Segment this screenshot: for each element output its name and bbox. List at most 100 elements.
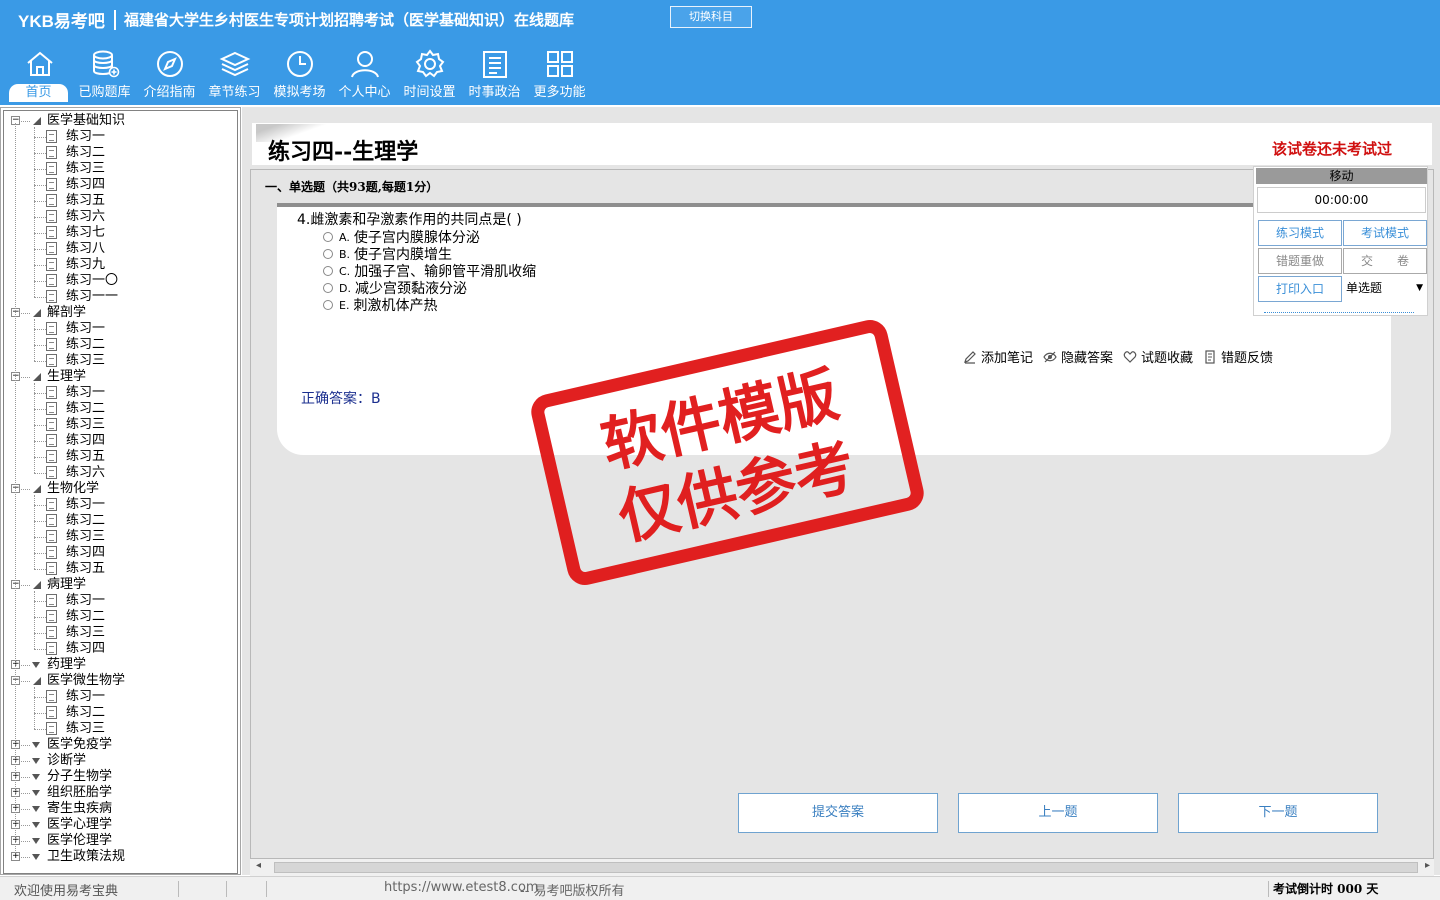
tree-connector	[34, 425, 46, 426]
radio-button[interactable]	[323, 232, 333, 242]
tree-exercise-item[interactable]: 练习二	[4, 705, 234, 721]
radio-button[interactable]	[323, 300, 333, 310]
tree-group-item[interactable]: − 生理学	[4, 369, 234, 385]
tree-exercise-item[interactable]: 练习一	[4, 129, 234, 145]
tree-branch-line	[34, 319, 35, 361]
tree-exercise-item[interactable]: 练习三	[4, 161, 234, 177]
scrollbar-thumb[interactable]	[274, 862, 1418, 873]
scroll-right-arrow[interactable]: ▸	[1425, 860, 1430, 871]
tree-connector	[21, 121, 30, 122]
tree-group-item[interactable]: + 药理学	[4, 657, 234, 673]
tree-exercise-item[interactable]: 练习五	[4, 561, 234, 577]
tree-group-item[interactable]: + 医学免疫学	[4, 737, 234, 753]
nav-item-home[interactable]: 首页	[7, 48, 72, 103]
practice-mode-button[interactable]: 练习模式	[1258, 220, 1342, 246]
tree-group-item[interactable]: − 病理学	[4, 577, 234, 593]
tree-exercise-item[interactable]: 练习二	[4, 513, 234, 529]
radio-button[interactable]	[323, 266, 333, 276]
tree-exercise-item[interactable]: 练习二	[4, 145, 234, 161]
expand-toggle[interactable]: +	[11, 852, 20, 861]
tree-group-item[interactable]: + 医学伦理学	[4, 833, 234, 849]
nav-item-database[interactable]: 已购题库	[72, 48, 137, 103]
tree-exercise-item[interactable]: 练习三	[4, 353, 234, 369]
nav-item-user[interactable]: 个人中心	[332, 48, 397, 103]
tree-group-item[interactable]: + 卫生政策法规	[4, 849, 234, 865]
radio-button[interactable]	[323, 283, 333, 293]
nav-item-grid[interactable]: 更多功能	[527, 48, 592, 103]
exam-mode-button[interactable]: 考试模式	[1343, 220, 1427, 246]
tree-exercise-item[interactable]: 练习七	[4, 225, 234, 241]
prev-question-button[interactable]: 上一题	[958, 793, 1158, 833]
tree-group-item[interactable]: + 医学心理学	[4, 817, 234, 833]
tree-group-item[interactable]: + 诊断学	[4, 753, 234, 769]
tree-exercise-item[interactable]: 练习四	[4, 545, 234, 561]
tree-exercise-item[interactable]: 练习二	[4, 401, 234, 417]
tree-exercise-item[interactable]: 练习六	[4, 209, 234, 225]
tree-group-item[interactable]: − 生物化学	[4, 481, 234, 497]
tree-exercise-item[interactable]: 练习一	[4, 497, 234, 513]
switch-subject-button[interactable]: 切换科目	[670, 6, 752, 28]
tree-exercise-item[interactable]: 练习三	[4, 625, 234, 641]
tree-group-item[interactable]: − 解剖学	[4, 305, 234, 321]
action-feedback[interactable]: 错题反馈	[1203, 347, 1273, 366]
tree-connector	[34, 713, 46, 714]
answer-option[interactable]: E. 刺激机体产热	[323, 295, 437, 315]
panel-drag-handle[interactable]: 移动	[1256, 168, 1427, 184]
hand-in-button[interactable]: 交 卷	[1343, 248, 1427, 274]
tree-exercise-label: 练习四	[66, 641, 106, 656]
nav-item-compass[interactable]: 介绍指南	[137, 48, 202, 103]
document-icon	[46, 402, 57, 415]
print-button[interactable]: 打印入口	[1258, 276, 1342, 302]
tree-connector	[21, 489, 30, 490]
nav-item-news[interactable]: 时事政治	[462, 48, 527, 103]
tree-exercise-item[interactable]: 练习一〇	[4, 273, 234, 289]
tree-exercise-item[interactable]: 练习四	[4, 177, 234, 193]
website-url[interactable]: https://www.etest8.com	[384, 880, 539, 895]
tree-exercise-item[interactable]: 练习一	[4, 689, 234, 705]
tree-exercise-item[interactable]: 练习八	[4, 241, 234, 257]
scroll-left-arrow[interactable]: ◂	[256, 860, 261, 871]
nav-item-gear[interactable]: 时间设置	[397, 48, 462, 103]
tree-exercise-item[interactable]: 练习一一	[4, 289, 234, 305]
tree-group-item[interactable]: + 组织胚胎学	[4, 785, 234, 801]
tree-exercise-item[interactable]: 练习三	[4, 721, 234, 737]
tree-exercise-item[interactable]: 练习四	[4, 641, 234, 657]
submit-answer-button[interactable]: 提交答案	[738, 793, 938, 833]
action-heart[interactable]: 试题收藏	[1123, 347, 1193, 366]
tree-exercise-item[interactable]: 练习一	[4, 593, 234, 609]
tree-exercise-item[interactable]: 练习一	[4, 321, 234, 337]
next-question-button[interactable]: 下一题	[1178, 793, 1378, 833]
document-icon	[46, 466, 57, 479]
action-pencil[interactable]: 添加笔记	[963, 347, 1033, 366]
tree-exercise-item[interactable]: 练习五	[4, 193, 234, 209]
action-eye[interactable]: 隐藏答案	[1043, 347, 1113, 366]
tree-exercise-item[interactable]: 练习九	[4, 257, 234, 273]
tree-group-item[interactable]: + 寄生虫疾病	[4, 801, 234, 817]
tree-exercise-item[interactable]: 练习四	[4, 433, 234, 449]
document-icon	[46, 322, 57, 335]
tree-exercise-item[interactable]: 练习五	[4, 449, 234, 465]
tree-group-item[interactable]: + 分子生物学	[4, 769, 234, 785]
horizontal-scrollbar[interactable]: ◂ ▸	[250, 859, 1434, 876]
tree-connector	[21, 665, 30, 666]
tree-exercise-item[interactable]: 练习二	[4, 337, 234, 353]
nav-item-clock[interactable]: 模拟考场	[267, 48, 332, 103]
tree-exercise-item[interactable]: 练习三	[4, 417, 234, 433]
radio-button[interactable]	[323, 249, 333, 259]
panel-resize-bar[interactable]	[1264, 312, 1414, 313]
tree-connector	[34, 265, 46, 266]
tree-exercise-item[interactable]: 练习三	[4, 529, 234, 545]
tree-exercise-item[interactable]: 练习二	[4, 609, 234, 625]
option-letter: D.	[339, 281, 351, 295]
welcome-text: 欢迎使用易考宝典	[14, 884, 119, 899]
tree-exercise-item[interactable]: 练习六	[4, 465, 234, 481]
tree-exercise-item[interactable]: 练习一	[4, 385, 234, 401]
nav-label: 已购题库	[78, 85, 131, 100]
question-type-select[interactable]: 单选题 ▼	[1343, 276, 1427, 302]
redo-wrong-button[interactable]: 错题重做	[1258, 248, 1342, 274]
nav-item-layers[interactable]: 章节练习	[202, 48, 267, 103]
expanded-triangle-icon	[33, 581, 41, 589]
tree-group-item[interactable]: − 医学基础知识	[4, 113, 234, 129]
tree-group-item[interactable]: − 医学微生物学	[4, 673, 234, 689]
tree-exercise-label: 练习一	[66, 129, 106, 144]
